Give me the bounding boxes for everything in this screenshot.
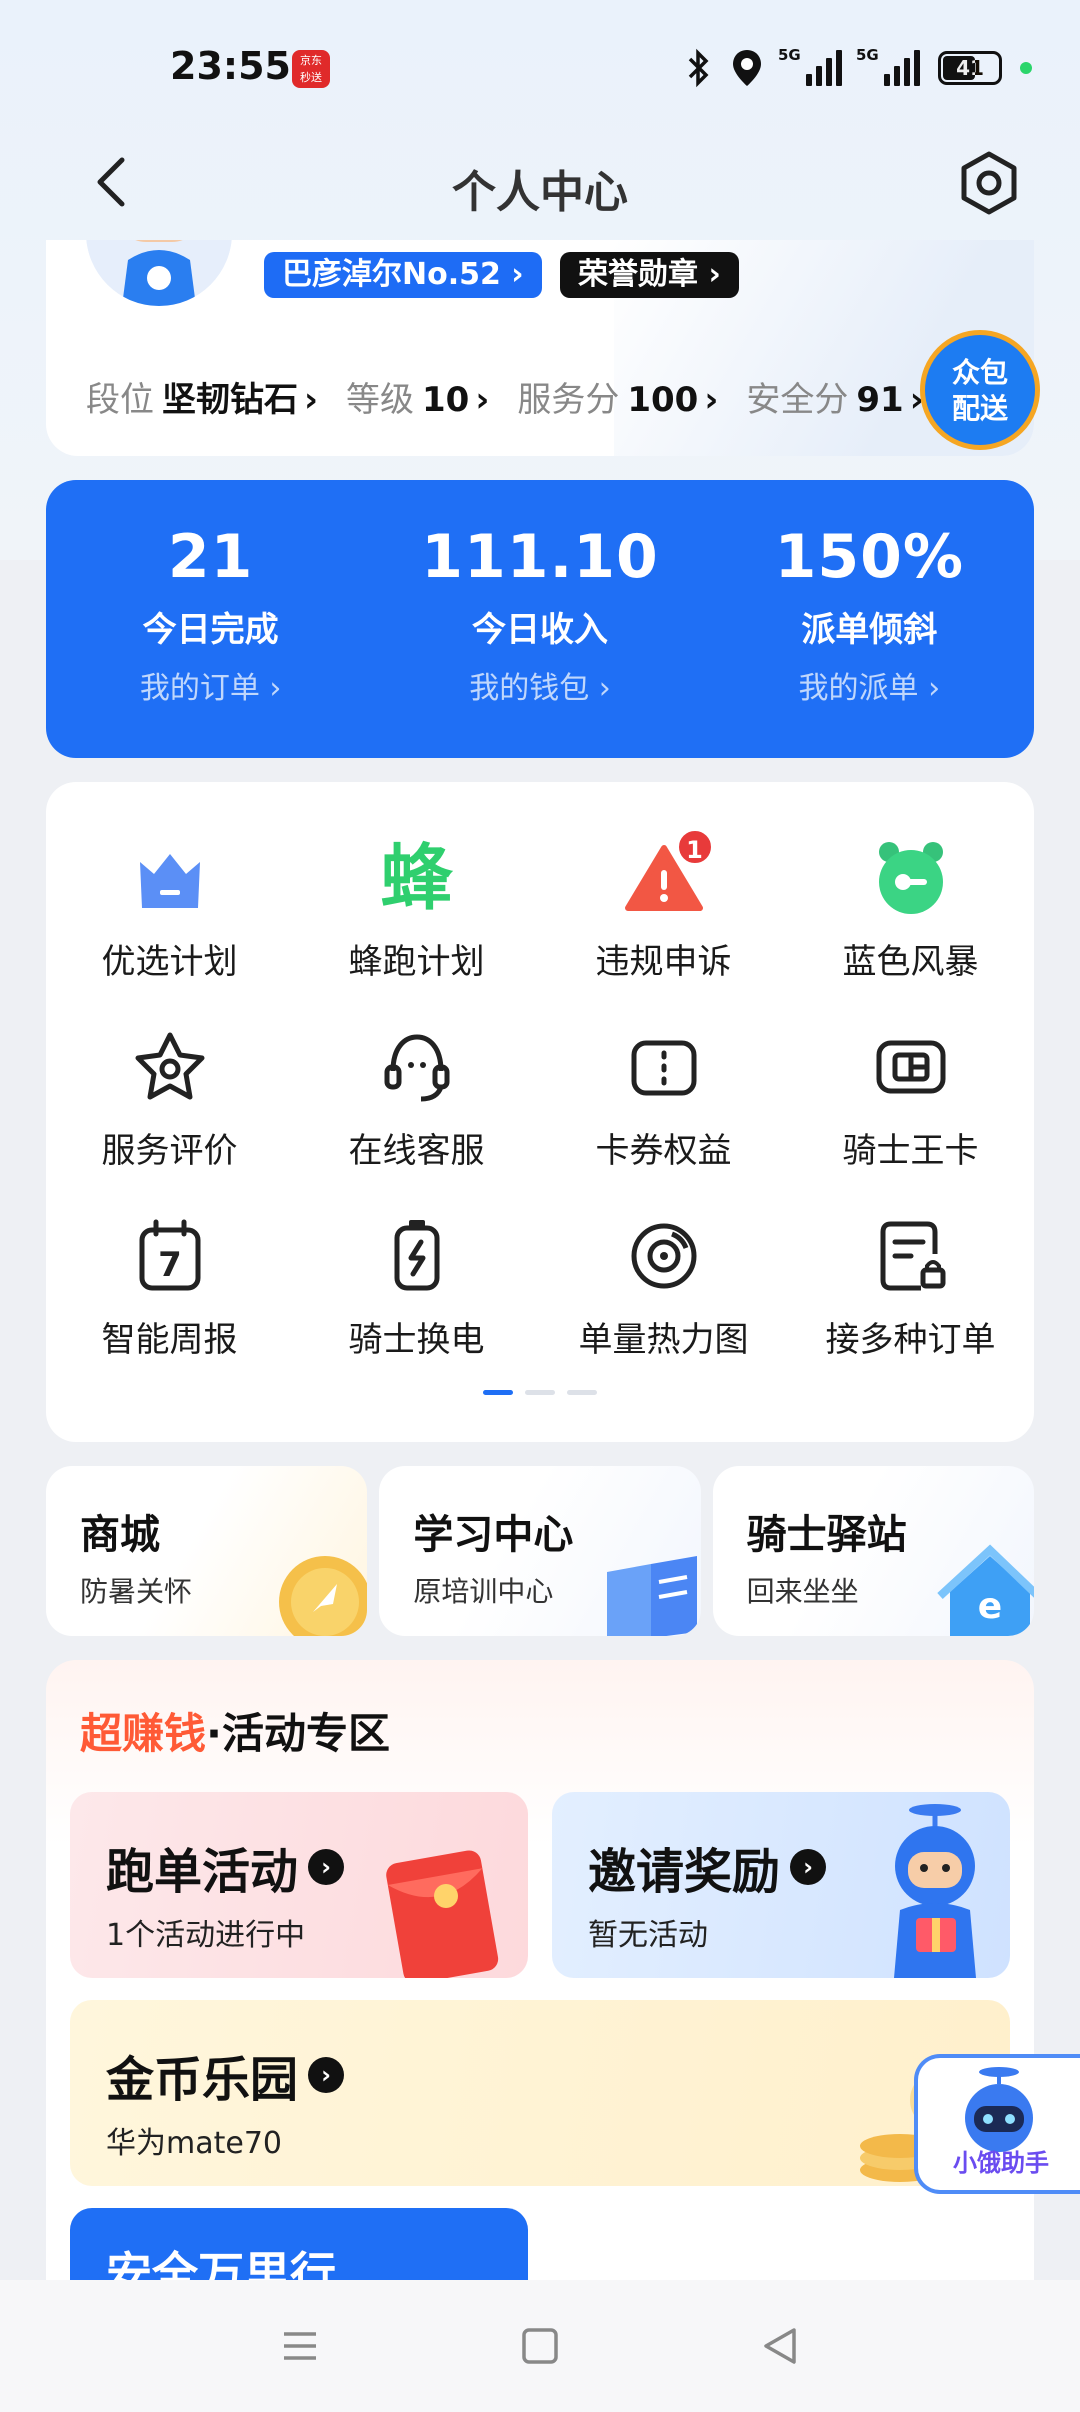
page-title: 个人中心: [452, 167, 628, 218]
stat-service-score[interactable]: 服务分 100 ›: [517, 372, 718, 421]
arrow-right-icon: ›: [308, 2057, 345, 2093]
pager-dot: [525, 1390, 555, 1395]
learning-center-card[interactable]: 学习中心 原培训中心: [379, 1466, 701, 1636]
rider-station-card[interactable]: 骑士驿站 回来坐坐 e: [712, 1466, 1034, 1636]
signal-5g-icon-2: 5G: [856, 46, 920, 86]
coin-park-card[interactable]: 金币乐园 › 华为mate70: [70, 2000, 1010, 2186]
pager-dot-active: [483, 1390, 513, 1395]
back-triangle-icon[interactable]: [752, 2318, 808, 2374]
svg-text:7: 7: [158, 1245, 182, 1285]
headset-icon: [384, 1034, 449, 1102]
home-square-icon[interactable]: [512, 2318, 568, 2374]
crown-icon: [139, 854, 200, 908]
activity-zone-title: 超赚钱·活动专区: [80, 1709, 390, 1758]
arrow-right-icon: ›: [308, 1849, 345, 1885]
document-lock-icon: [880, 1221, 945, 1291]
grid-item-preferred-plan[interactable]: 优选计划: [46, 836, 293, 983]
my-dispatch-link[interactable]: 我的派单 ›: [705, 663, 1034, 707]
red-envelope-icon: [386, 1850, 499, 1978]
grid-pager: [46, 1390, 1034, 1395]
safety-journey-card[interactable]: 安全万里行: [70, 2208, 528, 2280]
battery-swap-icon: [394, 1220, 439, 1291]
status-icons: 5G 5G 41: [686, 46, 1032, 90]
grid-item-order-heatmap[interactable]: 单量热力图: [540, 1214, 787, 1361]
sim-card-icon: [876, 1040, 945, 1094]
my-orders-link[interactable]: 我的订单 ›: [46, 663, 375, 707]
crowdsource-delivery-badge[interactable]: 众包 配送: [920, 330, 1040, 450]
mascot-gift-icon: [894, 1804, 976, 1978]
app-notification-icon: 京东 秒送: [292, 50, 330, 88]
mall-card[interactable]: 商城 防暑关怀: [46, 1466, 368, 1636]
system-navigation-bar: [0, 2280, 1080, 2412]
honor-medal-button[interactable]: 荣誉勋章 ›: [560, 252, 739, 298]
coin-icon: [279, 1556, 368, 1636]
grid-item-multi-order[interactable]: 接多种订单: [787, 1214, 1034, 1361]
calendar-icon: 7: [139, 1219, 200, 1291]
menu-icon[interactable]: [272, 2318, 328, 2374]
activity-zone: 超赚钱·活动专区 跑单活动 › 1个活动进行中 邀请奖励 › 暂无活动 金币乐园 › …: [46, 1660, 1034, 2280]
profile-card: 巴彦淖尔No.52 › 荣誉勋章 › 段位 坚韧钻石 › 等级 10 › 服务分 100 ›…: [46, 240, 1034, 456]
alarm-clock-icon: [878, 842, 943, 914]
grid-item-rider-king-card[interactable]: 骑士王卡: [787, 1025, 1034, 1172]
grid-item-online-support[interactable]: 在线客服: [293, 1025, 540, 1172]
stat-level[interactable]: 等级 10 ›: [346, 372, 489, 421]
pager-dot: [567, 1390, 597, 1395]
summary-completed[interactable]: 21 今日完成 我的订单 ›: [46, 480, 375, 758]
feature-grid-card: 优选计划 蜂 蜂跑计划 1 违规申诉 蓝色风暴 服务评价 在线客服 卡券权益 骑…: [46, 782, 1034, 1442]
arrow-right-icon: ›: [790, 1849, 827, 1885]
settings-icon[interactable]: [954, 148, 1024, 218]
nav-bar: 个人中心: [0, 130, 1080, 240]
target-icon: [631, 1223, 696, 1289]
signal-5g-icon: 5G: [778, 46, 842, 86]
my-wallet-link[interactable]: 我的钱包 ›: [375, 663, 704, 707]
svg-text:e: e: [978, 1586, 1002, 1627]
grid-item-battery-swap[interactable]: 骑士换电: [293, 1214, 540, 1361]
house-icon: e: [937, 1544, 1034, 1636]
location-icon: [733, 50, 761, 86]
invite-reward-card[interactable]: 邀请奖励 › 暂无活动: [552, 1792, 1010, 1978]
grid-item-blue-storm[interactable]: 蓝色风暴: [787, 836, 1034, 983]
bee-icon: 蜂: [380, 836, 453, 920]
grid-item-weekly-report[interactable]: 7 智能周报: [46, 1214, 293, 1361]
daily-summary: 21 今日完成 我的订单 › 111.10 今日收入 我的钱包 › 150% 派…: [46, 480, 1034, 758]
rider-name-badge[interactable]: 巴彦淖尔No.52 ›: [264, 252, 542, 298]
profile-stats: 段位 坚韧钻石 › 等级 10 › 服务分 100 › 安全分 91 ›: [86, 372, 924, 421]
stat-rank[interactable]: 段位 坚韧钻石 ›: [86, 372, 318, 421]
grid-item-violation-appeal[interactable]: 1 违规申诉: [540, 828, 787, 983]
stat-safety-score[interactable]: 安全分 91 ›: [746, 372, 923, 421]
battery-level: 41: [956, 56, 984, 80]
avatar[interactable]: [86, 240, 232, 306]
status-bar: 23:55 京东 秒送 5G 5G 41: [0, 0, 1080, 140]
book-icon: [606, 1556, 697, 1636]
summary-income[interactable]: 111.10 今日收入 我的钱包 ›: [375, 480, 704, 758]
assistant-floating-button[interactable]: 小饿助手: [914, 2054, 1080, 2194]
coupon-icon: [631, 1040, 696, 1096]
star-badge-icon: [135, 1032, 204, 1100]
grid-item-service-review[interactable]: 服务评价: [46, 1025, 293, 1172]
quick-cards: 商城 防暑关怀 学习中心 原培训中心 骑士驿站 回来坐坐 e: [46, 1466, 1034, 1636]
bluetooth-icon: [688, 48, 709, 88]
grid-item-coupon-benefits[interactable]: 卡券权益: [540, 1025, 787, 1172]
notification-badge: 1: [675, 828, 714, 866]
battery-icon: 41: [938, 51, 1002, 85]
run-activity-card[interactable]: 跑单活动 › 1个活动进行中: [70, 1792, 528, 1978]
indicator-dot: [1020, 62, 1032, 74]
grid-item-bee-run-plan[interactable]: 蜂 蜂跑计划: [293, 836, 540, 983]
status-time: 23:55: [170, 44, 291, 88]
summary-dispatch-tilt[interactable]: 150% 派单倾斜 我的派单 ›: [705, 480, 1034, 758]
feature-grid: 优选计划 蜂 蜂跑计划 1 违规申诉 蓝色风暴 服务评价 在线客服 卡券权益 骑…: [46, 828, 1034, 1361]
